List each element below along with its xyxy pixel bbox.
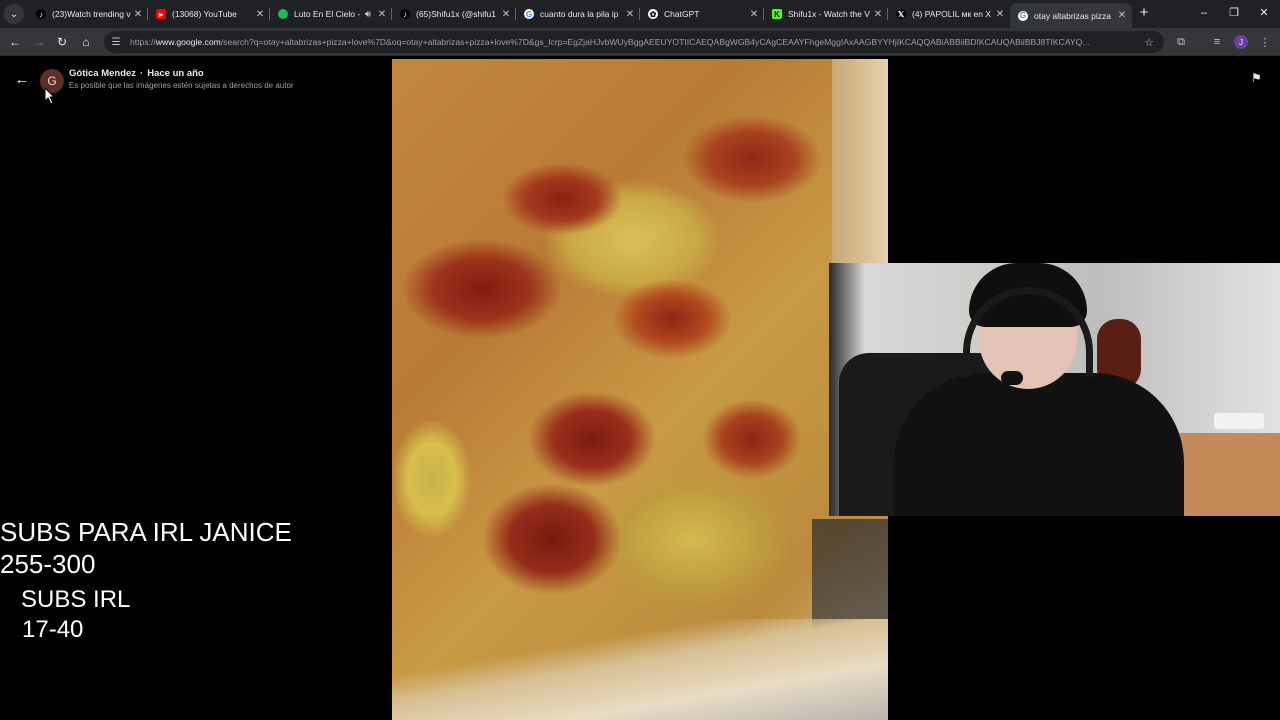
overlay-line-2: 255-300: [0, 549, 96, 579]
back-arrow-icon[interactable]: ←: [12, 69, 32, 89]
tab-chatgpt[interactable]: ✿ ChatGPT ✕: [640, 3, 764, 25]
url-text[interactable]: https://www.google.com/search?q=otay+alt…: [130, 37, 1134, 47]
tab-search-icon[interactable]: ⌄: [4, 4, 24, 24]
tab-title: ChatGPT: [664, 9, 700, 19]
kick-icon: K: [772, 9, 782, 19]
tab-youtube[interactable]: ▸ (13068) YouTube ✕: [148, 3, 270, 25]
tiktok-icon: ♪: [36, 9, 46, 19]
mouse-cursor-icon: [44, 87, 56, 105]
close-icon[interactable]: ✕: [624, 9, 636, 20]
webcam-overlay: [829, 263, 1280, 516]
youtube-icon: ▸: [156, 9, 166, 19]
tab-x[interactable]: 𝕏 (4) PAPOLIL мк en X ✕: [888, 3, 1010, 25]
google-icon: G: [524, 9, 534, 19]
new-tab-icon[interactable]: +: [1136, 5, 1152, 21]
tiktok-icon: ♪: [400, 9, 410, 19]
overlay-line-1: SUBS PARA IRL JANICE: [0, 517, 292, 547]
speaker-icon[interactable]: 🔊︎: [362, 9, 374, 20]
google-icon: G: [1018, 10, 1028, 21]
copyright-notice: Es posible que las imágenes estén sujeta…: [69, 81, 294, 90]
tab-google-pila[interactable]: G cuanto dura la pila ip ✕: [516, 3, 640, 25]
minimize-icon[interactable]: –: [1196, 5, 1212, 21]
tab-title: (13068) YouTube: [172, 9, 237, 19]
menu-icon[interactable]: ⋮: [1256, 33, 1274, 51]
browser-toolbar: ← → ↻ ⌂ ☰ https://www.google.com/search?…: [0, 28, 1280, 56]
screen: ⌄ ♪ (23)Watch trending v ✕ ▸ (13068) You…: [0, 0, 1280, 720]
extensions-icon[interactable]: ⧉: [1172, 33, 1190, 51]
tab-title: cuanto dura la pila ip: [540, 9, 619, 19]
bookmark-star-icon[interactable]: ☆: [1142, 36, 1156, 49]
close-window-icon[interactable]: ✕: [1256, 5, 1272, 21]
pizza-photo[interactable]: [392, 59, 888, 720]
overlay-line-3: SUBS IRL: [21, 586, 131, 613]
close-icon[interactable]: ✕: [254, 9, 266, 20]
tab-tiktok-trending[interactable]: ♪ (23)Watch trending v ✕: [28, 3, 148, 25]
address-bar[interactable]: ☰ https://www.google.com/search?q=otay+a…: [104, 31, 1164, 53]
tab-tiktok-shifu[interactable]: ♪ (65)Shifu1x (@shifu1 ✕: [392, 3, 516, 25]
close-icon[interactable]: ✕: [872, 9, 884, 20]
close-icon[interactable]: ✕: [376, 9, 388, 20]
tab-title: otay altabrizas pizza: [1034, 10, 1112, 21]
back-icon[interactable]: ←: [6, 33, 24, 51]
restore-icon[interactable]: ❐: [1226, 5, 1242, 21]
close-icon[interactable]: ✕: [1116, 10, 1128, 21]
post-time: Hace un año: [147, 68, 204, 79]
author-line[interactable]: Gótica Mendez · Hace un año: [69, 68, 204, 79]
x-icon: 𝕏: [896, 9, 906, 19]
overlay-line-4: 17-40: [22, 616, 84, 643]
tab-spotify[interactable]: Luto En El Cielo - 🔊︎ ✕: [270, 3, 392, 25]
close-icon[interactable]: ✕: [748, 9, 760, 20]
tab-kick[interactable]: K Shifu1x - Watch the V ✕: [764, 3, 888, 25]
close-icon[interactable]: ✕: [500, 9, 512, 20]
close-icon[interactable]: ✕: [132, 9, 144, 20]
spotify-icon: [278, 9, 288, 19]
image-viewer: ← G Gótica Mendez · Hace un año Es posible…: [0, 57, 1280, 720]
tab-title: Luto En El Cielo -: [294, 9, 361, 19]
media-controls-icon[interactable]: ≡: [1208, 33, 1226, 51]
tab-title: (4) PAPOLIL мк en X: [912, 9, 992, 19]
close-icon[interactable]: ✕: [994, 9, 1006, 20]
tab-google-pizza[interactable]: G otay altabrizas pizza ✕: [1010, 3, 1132, 28]
forward-icon[interactable]: →: [30, 33, 48, 51]
chatgpt-icon: ✿: [648, 9, 658, 19]
tab-title: Shifu1x - Watch the V: [788, 9, 870, 19]
reload-icon[interactable]: ↻: [53, 33, 71, 51]
tab-strip: ⌄ ♪ (23)Watch trending v ✕ ▸ (13068) You…: [0, 0, 1280, 28]
profile-avatar[interactable]: J: [1234, 35, 1248, 49]
home-icon[interactable]: ⌂: [77, 33, 95, 51]
tab-title: (23)Watch trending v: [52, 9, 131, 19]
author-name: Gótica Mendez: [69, 68, 137, 79]
site-info-icon[interactable]: ☰: [110, 37, 122, 48]
tab-title: (65)Shifu1x (@shifu1: [416, 9, 496, 19]
report-flag-icon[interactable]: ⚑: [1251, 71, 1262, 85]
